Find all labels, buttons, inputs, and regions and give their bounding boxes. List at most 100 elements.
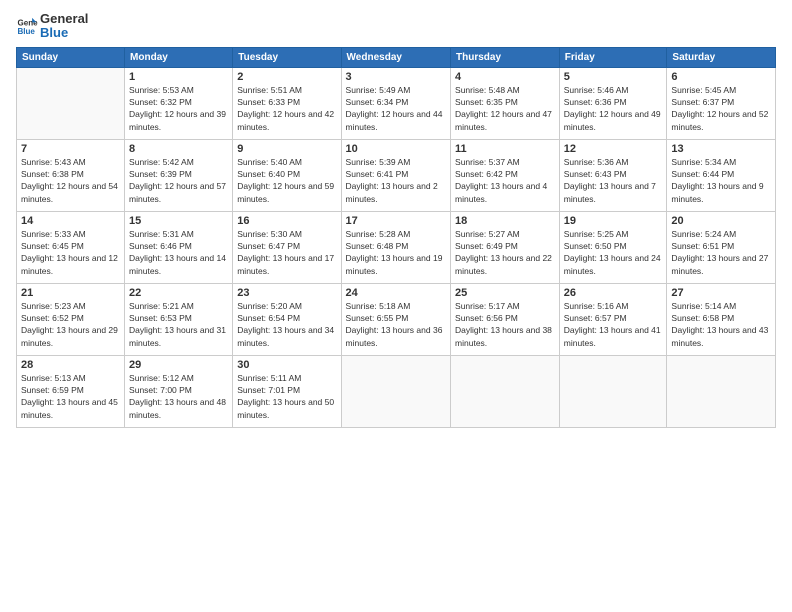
- calendar-cell: 15Sunrise: 5:31 AM Sunset: 6:46 PM Dayli…: [125, 211, 233, 283]
- day-info: Sunrise: 5:24 AM Sunset: 6:51 PM Dayligh…: [671, 228, 771, 277]
- day-info: Sunrise: 5:28 AM Sunset: 6:48 PM Dayligh…: [346, 228, 446, 277]
- day-info: Sunrise: 5:46 AM Sunset: 6:36 PM Dayligh…: [564, 84, 663, 133]
- weekday-header-friday: Friday: [559, 47, 667, 67]
- day-info: Sunrise: 5:25 AM Sunset: 6:50 PM Dayligh…: [564, 228, 663, 277]
- day-number: 6: [671, 71, 771, 83]
- day-info: Sunrise: 5:27 AM Sunset: 6:49 PM Dayligh…: [455, 228, 555, 277]
- calendar-cell: 6Sunrise: 5:45 AM Sunset: 6:37 PM Daylig…: [667, 67, 776, 139]
- day-info: Sunrise: 5:51 AM Sunset: 6:33 PM Dayligh…: [237, 84, 336, 133]
- calendar-table: SundayMondayTuesdayWednesdayThursdayFrid…: [16, 47, 776, 428]
- calendar-cell: 13Sunrise: 5:34 AM Sunset: 6:44 PM Dayli…: [667, 139, 776, 211]
- day-number: 9: [237, 143, 336, 155]
- day-info: Sunrise: 5:33 AM Sunset: 6:45 PM Dayligh…: [21, 228, 120, 277]
- calendar-cell: [667, 355, 776, 427]
- calendar-cell: 17Sunrise: 5:28 AM Sunset: 6:48 PM Dayli…: [341, 211, 450, 283]
- day-number: 10: [346, 143, 446, 155]
- day-number: 4: [455, 71, 555, 83]
- calendar-cell: 16Sunrise: 5:30 AM Sunset: 6:47 PM Dayli…: [233, 211, 341, 283]
- logo-line2: Blue: [40, 26, 88, 40]
- calendar-cell: 3Sunrise: 5:49 AM Sunset: 6:34 PM Daylig…: [341, 67, 450, 139]
- day-number: 5: [564, 71, 663, 83]
- day-info: Sunrise: 5:20 AM Sunset: 6:54 PM Dayligh…: [237, 300, 336, 349]
- calendar-cell: 14Sunrise: 5:33 AM Sunset: 6:45 PM Dayli…: [17, 211, 125, 283]
- calendar-cell: 23Sunrise: 5:20 AM Sunset: 6:54 PM Dayli…: [233, 283, 341, 355]
- day-info: Sunrise: 5:37 AM Sunset: 6:42 PM Dayligh…: [455, 156, 555, 205]
- day-info: Sunrise: 5:12 AM Sunset: 7:00 PM Dayligh…: [129, 372, 228, 421]
- day-number: 16: [237, 215, 336, 227]
- day-number: 2: [237, 71, 336, 83]
- logo: General Blue General Blue: [16, 12, 88, 41]
- calendar-cell: 4Sunrise: 5:48 AM Sunset: 6:35 PM Daylig…: [451, 67, 560, 139]
- day-info: Sunrise: 5:23 AM Sunset: 6:52 PM Dayligh…: [21, 300, 120, 349]
- calendar-cell: 21Sunrise: 5:23 AM Sunset: 6:52 PM Dayli…: [17, 283, 125, 355]
- calendar-cell: [451, 355, 560, 427]
- day-info: Sunrise: 5:49 AM Sunset: 6:34 PM Dayligh…: [346, 84, 446, 133]
- day-info: Sunrise: 5:16 AM Sunset: 6:57 PM Dayligh…: [564, 300, 663, 349]
- day-info: Sunrise: 5:14 AM Sunset: 6:58 PM Dayligh…: [671, 300, 771, 349]
- day-number: 25: [455, 287, 555, 299]
- day-info: Sunrise: 5:36 AM Sunset: 6:43 PM Dayligh…: [564, 156, 663, 205]
- day-number: 27: [671, 287, 771, 299]
- day-info: Sunrise: 5:45 AM Sunset: 6:37 PM Dayligh…: [671, 84, 771, 133]
- calendar-cell: [341, 355, 450, 427]
- day-number: 20: [671, 215, 771, 227]
- day-number: 30: [237, 359, 336, 371]
- calendar-cell: 12Sunrise: 5:36 AM Sunset: 6:43 PM Dayli…: [559, 139, 667, 211]
- calendar-cell: 30Sunrise: 5:11 AM Sunset: 7:01 PM Dayli…: [233, 355, 341, 427]
- day-info: Sunrise: 5:11 AM Sunset: 7:01 PM Dayligh…: [237, 372, 336, 421]
- day-number: 13: [671, 143, 771, 155]
- calendar-cell: 19Sunrise: 5:25 AM Sunset: 6:50 PM Dayli…: [559, 211, 667, 283]
- calendar-cell: 5Sunrise: 5:46 AM Sunset: 6:36 PM Daylig…: [559, 67, 667, 139]
- calendar-cell: 2Sunrise: 5:51 AM Sunset: 6:33 PM Daylig…: [233, 67, 341, 139]
- weekday-header-tuesday: Tuesday: [233, 47, 341, 67]
- weekday-header-monday: Monday: [125, 47, 233, 67]
- calendar-cell: 29Sunrise: 5:12 AM Sunset: 7:00 PM Dayli…: [125, 355, 233, 427]
- day-number: 12: [564, 143, 663, 155]
- calendar-cell: 7Sunrise: 5:43 AM Sunset: 6:38 PM Daylig…: [17, 139, 125, 211]
- calendar-cell: 25Sunrise: 5:17 AM Sunset: 6:56 PM Dayli…: [451, 283, 560, 355]
- weekday-header-sunday: Sunday: [17, 47, 125, 67]
- day-number: 14: [21, 215, 120, 227]
- svg-text:General: General: [17, 19, 38, 28]
- day-number: 26: [564, 287, 663, 299]
- calendar-cell: [559, 355, 667, 427]
- calendar-cell: 24Sunrise: 5:18 AM Sunset: 6:55 PM Dayli…: [341, 283, 450, 355]
- day-number: 8: [129, 143, 228, 155]
- day-number: 29: [129, 359, 228, 371]
- day-number: 3: [346, 71, 446, 83]
- day-info: Sunrise: 5:34 AM Sunset: 6:44 PM Dayligh…: [671, 156, 771, 205]
- logo-line1: General: [40, 12, 88, 26]
- calendar-cell: 8Sunrise: 5:42 AM Sunset: 6:39 PM Daylig…: [125, 139, 233, 211]
- day-number: 28: [21, 359, 120, 371]
- calendar-cell: 20Sunrise: 5:24 AM Sunset: 6:51 PM Dayli…: [667, 211, 776, 283]
- svg-text:Blue: Blue: [17, 27, 35, 36]
- weekday-header-wednesday: Wednesday: [341, 47, 450, 67]
- day-number: 18: [455, 215, 555, 227]
- day-number: 23: [237, 287, 336, 299]
- day-number: 11: [455, 143, 555, 155]
- day-number: 15: [129, 215, 228, 227]
- day-info: Sunrise: 5:30 AM Sunset: 6:47 PM Dayligh…: [237, 228, 336, 277]
- calendar-cell: 1Sunrise: 5:53 AM Sunset: 6:32 PM Daylig…: [125, 67, 233, 139]
- day-info: Sunrise: 5:39 AM Sunset: 6:41 PM Dayligh…: [346, 156, 446, 205]
- calendar-cell: 10Sunrise: 5:39 AM Sunset: 6:41 PM Dayli…: [341, 139, 450, 211]
- day-number: 7: [21, 143, 120, 155]
- day-info: Sunrise: 5:17 AM Sunset: 6:56 PM Dayligh…: [455, 300, 555, 349]
- calendar-cell: 28Sunrise: 5:13 AM Sunset: 6:59 PM Dayli…: [17, 355, 125, 427]
- day-number: 1: [129, 71, 228, 83]
- day-info: Sunrise: 5:42 AM Sunset: 6:39 PM Dayligh…: [129, 156, 228, 205]
- day-number: 22: [129, 287, 228, 299]
- weekday-header-thursday: Thursday: [451, 47, 560, 67]
- calendar-cell: 9Sunrise: 5:40 AM Sunset: 6:40 PM Daylig…: [233, 139, 341, 211]
- calendar-cell: 27Sunrise: 5:14 AM Sunset: 6:58 PM Dayli…: [667, 283, 776, 355]
- day-info: Sunrise: 5:48 AM Sunset: 6:35 PM Dayligh…: [455, 84, 555, 133]
- calendar-cell: 22Sunrise: 5:21 AM Sunset: 6:53 PM Dayli…: [125, 283, 233, 355]
- day-number: 21: [21, 287, 120, 299]
- day-number: 24: [346, 287, 446, 299]
- calendar-cell: 18Sunrise: 5:27 AM Sunset: 6:49 PM Dayli…: [451, 211, 560, 283]
- calendar-cell: [17, 67, 125, 139]
- day-info: Sunrise: 5:40 AM Sunset: 6:40 PM Dayligh…: [237, 156, 336, 205]
- calendar-cell: 11Sunrise: 5:37 AM Sunset: 6:42 PM Dayli…: [451, 139, 560, 211]
- day-info: Sunrise: 5:18 AM Sunset: 6:55 PM Dayligh…: [346, 300, 446, 349]
- calendar-cell: 26Sunrise: 5:16 AM Sunset: 6:57 PM Dayli…: [559, 283, 667, 355]
